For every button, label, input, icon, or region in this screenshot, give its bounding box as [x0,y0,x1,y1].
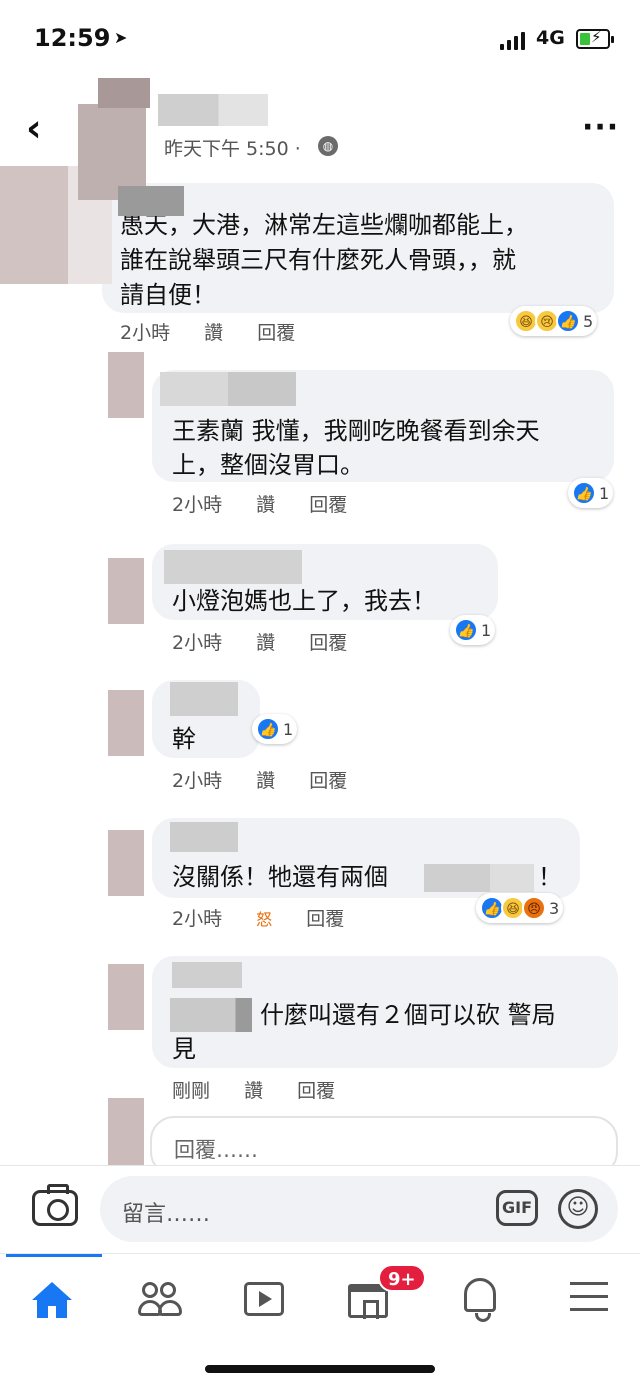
reply-link[interactable]: 回覆 [297,1080,335,1102]
comment-text-line: 請自便！ [120,281,216,309]
comment-meta: 2小時 讚 回覆 [172,490,375,517]
globe-icon: ◍ [318,136,338,156]
marketplace-icon [348,1284,388,1319]
angry-link[interactable]: 怒 [256,910,272,929]
reply-link[interactable]: 回覆 [309,494,347,516]
nav-home[interactable] [20,1270,84,1326]
angry-reaction-icon: 😠 [522,896,546,920]
home-indicator[interactable] [205,1365,435,1373]
avatar[interactable] [108,690,144,756]
comment-time: 2小時 [120,322,171,344]
reaction-count: 1 [481,620,492,640]
status-time: 12:59 [34,24,111,52]
like-reaction-icon: 👍 [256,717,280,741]
reaction-count: 3 [549,898,560,918]
cellular-signal-icon [500,32,528,50]
camera-icon[interactable] [32,1184,78,1226]
comment-composer: 留言…… GIF ☺ [0,1165,640,1253]
bottom-navigation: 9+ [0,1253,640,1387]
reaction-summary[interactable]: 👍 😆 😠 3 [476,893,564,923]
comment-time: 剛剛 [172,1080,211,1102]
post-timestamp: 昨天下午 5:50 · [164,138,301,160]
commenter-name-redacted [160,372,296,406]
comment-meta: 2小時 讚 回覆 [172,766,375,793]
comment-time: 2小時 [172,632,223,654]
avatar[interactable] [108,830,144,896]
poster-name-redacted [158,94,268,126]
video-icon [244,1282,284,1316]
reply-placeholder: 回覆…… [174,1138,258,1162]
comment-text-line: 誰在說舉頭三尺有什麼死人骨頭，，就 [120,246,516,274]
comment-time: 2小時 [172,494,223,516]
nav-notifications[interactable] [450,1270,514,1326]
like-link[interactable]: 讚 [204,322,223,344]
more-options-button[interactable]: ··· [582,110,619,145]
reaction-summary[interactable]: 👍 1 [450,615,496,645]
nav-friends[interactable] [126,1270,190,1326]
emoji-icon[interactable]: ☺ [558,1189,598,1229]
comment-time: 2小時 [172,770,223,792]
active-tab-indicator [6,1254,102,1257]
reaction-summary[interactable]: 👍 1 [568,478,614,508]
comment-time: 2小時 [172,908,223,930]
comment-text-line: 小燈泡媽也上了，我去！ [172,587,436,615]
status-bar: 12:59 ➤ 4G ⚡ [0,0,640,80]
commenter-name-redacted [170,822,238,852]
comment-meta: 剛剛 讚 回覆 [172,1076,363,1103]
network-type: 4G [536,27,565,49]
like-link[interactable]: 讚 [256,632,275,654]
reply-link[interactable]: 回覆 [306,908,344,930]
reply-link[interactable]: 回覆 [257,322,295,344]
home-icon [32,1282,72,1318]
commenter-name-redacted [172,962,242,988]
like-reaction-icon: 👍 [454,618,478,642]
battery-icon: ⚡ [576,28,614,49]
reaction-summary[interactable]: 😆 😢 👍 5 [510,306,598,336]
avatar[interactable] [108,964,144,1030]
comment-text-line: 王素蘭 我懂，我剛吃晚餐看到余天 [172,417,540,445]
comment-placeholder: 留言…… [122,1202,211,1227]
like-link[interactable]: 讚 [256,494,275,516]
comment-text-redacted [424,864,534,892]
bell-icon [464,1278,496,1322]
avatar-redacted [0,166,68,284]
like-reaction-icon: 👍 [556,309,580,333]
gif-button[interactable]: GIF [496,1190,538,1226]
comment-text-line: 幹 [172,725,196,753]
like-link[interactable]: 讚 [244,1080,263,1102]
comment-meta: 2小時 怒 回覆 [172,904,372,931]
avatar [108,1098,144,1166]
comment-meta: 2小時 讚 回覆 [172,628,375,655]
menu-icon [570,1282,608,1312]
commenter-name-redacted [164,550,302,584]
nav-menu[interactable] [560,1270,624,1326]
comment-input[interactable]: 留言…… GIF ☺ [100,1176,618,1242]
comment-text-line: 沒關係！牠還有兩個 [172,863,388,891]
reaction-count: 1 [599,483,610,503]
like-link[interactable]: 讚 [256,770,275,792]
comment-text-line: 上，整個沒胃口。 [172,451,364,479]
back-button[interactable]: ‹ [26,108,42,148]
avatar[interactable] [108,352,144,418]
comment-text-line: 什麼叫還有２個可以砍 警局 [260,1001,556,1029]
reaction-count: 5 [583,311,594,331]
reply-link[interactable]: 回覆 [309,632,347,654]
reaction-count: 1 [283,719,294,739]
like-reaction-icon: 👍 [572,481,596,505]
chevron-left-icon: ‹ [26,106,42,150]
nav-video[interactable] [232,1270,296,1326]
comment-text-line: 見 [172,1035,196,1063]
reaction-summary[interactable]: 👍 1 [252,714,298,744]
reply-link[interactable]: 回覆 [309,770,347,792]
avatar-redacted [98,78,150,108]
commenter-name-redacted [118,186,184,216]
friends-icon [138,1280,182,1316]
commenter-name-redacted [170,682,238,716]
comment-text-line: ！ [538,863,562,891]
avatar[interactable] [108,558,144,624]
marketplace-badge: 9+ [378,1264,426,1292]
comment-meta: 2小時 讚 回覆 [120,318,323,345]
mention-redacted [170,998,252,1032]
location-arrow-icon: ➤ [114,28,128,47]
